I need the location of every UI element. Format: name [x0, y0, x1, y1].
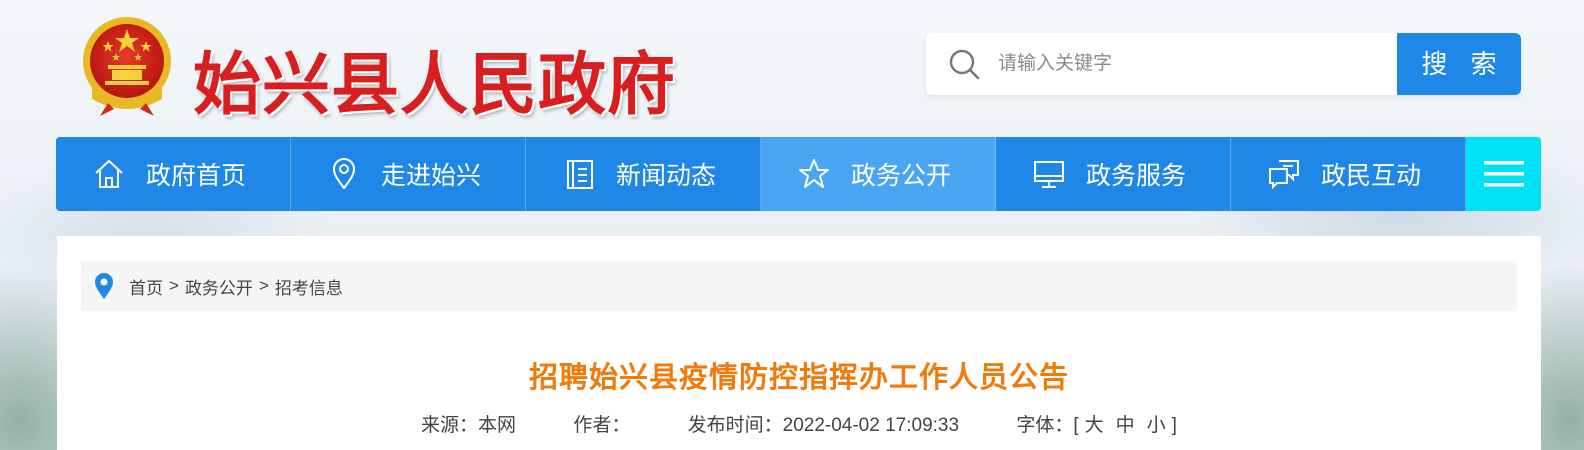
monitor-icon	[1032, 157, 1066, 191]
nav-item-label: 政民互动	[1321, 162, 1422, 190]
location-marker-icon	[95, 273, 113, 299]
location-pin-icon	[327, 157, 361, 191]
font-size-label: 字体：[	[1016, 415, 1079, 436]
search-input[interactable]	[998, 33, 1388, 95]
font-size-close: ]	[1171, 415, 1177, 436]
nav-item-label: 政务公开	[851, 162, 952, 190]
site-header: 始兴县人民政府 搜 索	[0, 0, 1584, 137]
nav-item-about[interactable]: 走进始兴	[291, 137, 526, 211]
nav-item-label: 走进始兴	[381, 162, 482, 190]
nav-menu-button[interactable]	[1466, 137, 1541, 211]
font-large-button[interactable]: 大	[1085, 415, 1104, 436]
source-label: 来源：本网	[421, 415, 517, 436]
font-medium-button[interactable]: 中	[1116, 415, 1135, 436]
search-icon[interactable]	[948, 48, 980, 80]
breadcrumb-recruitment[interactable]: 招考信息	[275, 274, 343, 299]
home-icon	[92, 157, 126, 191]
breadcrumb-home[interactable]: 首页	[129, 274, 163, 299]
nav-item-news[interactable]: 新闻动态	[526, 137, 761, 211]
hamburger-menu-icon	[1483, 161, 1524, 187]
nav-item-label: 新闻动态	[616, 162, 717, 190]
star-icon	[797, 157, 831, 191]
font-size-controls: 字体：[ 大中小]	[1016, 415, 1177, 436]
article-title: 招聘始兴县疫情防控指挥办工作人员公告	[528, 362, 1069, 394]
search-box: 搜 索	[926, 33, 1521, 95]
nav-item-interaction[interactable]: 政民互动	[1231, 137, 1466, 211]
breadcrumb-separator: >	[258, 276, 269, 295]
font-small-button[interactable]: 小	[1147, 415, 1166, 436]
breadcrumb-separator: >	[169, 276, 179, 295]
search-button[interactable]: 搜 索	[1397, 33, 1521, 95]
nav-item-label: 政府首页	[146, 162, 247, 190]
nav-item-gov-affairs[interactable]: 政务公开	[761, 137, 996, 211]
author-label: 作者：	[573, 415, 631, 436]
article-content: 首页 > 政务公开 > 招考信息 招聘始兴县疫情防控指挥办工作人员公告 来源：本…	[57, 236, 1541, 450]
site-title: 始兴县人民政府	[193, 45, 677, 125]
news-document-icon	[562, 157, 596, 191]
national-emblem-icon	[83, 17, 171, 116]
article-meta: 来源：本网 作者： 发布时间：2022-04-02 17:09:33 字体：[ 大…	[57, 410, 1541, 437]
main-navigation: 政府首页 走进始兴 新闻动态 政务公开 政务服务 政民互动	[56, 137, 1541, 211]
publish-time: 发布时间：2022-04-02 17:09:33	[687, 415, 960, 436]
chat-bubbles-icon	[1267, 157, 1301, 191]
breadcrumb-gov-affairs[interactable]: 政务公开	[185, 274, 253, 299]
nav-item-services[interactable]: 政务服务	[996, 137, 1231, 211]
breadcrumb: 首页 > 政务公开 > 招考信息	[81, 261, 1517, 311]
nav-item-label: 政务服务	[1086, 162, 1187, 190]
nav-item-home[interactable]: 政府首页	[56, 137, 291, 211]
